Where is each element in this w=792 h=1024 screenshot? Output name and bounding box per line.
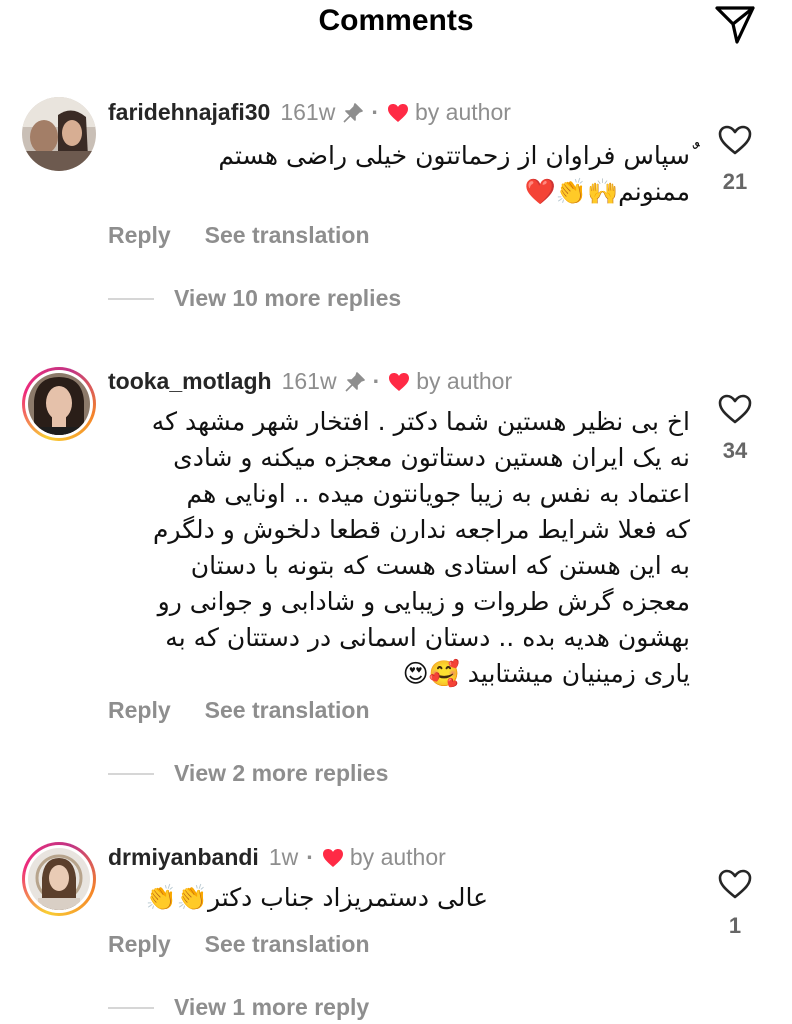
comment-actions: Reply See translation xyxy=(108,222,370,249)
comment-line: یاری زمینیان میشتابید 🥰😍 xyxy=(402,659,690,688)
view-more-replies-label: View 10 more replies xyxy=(174,285,402,311)
like-heart-icon[interactable] xyxy=(718,394,752,424)
like-heart-icon[interactable] xyxy=(718,869,752,899)
like-control: 34 xyxy=(714,394,756,464)
comment-text: ٌسپاس فراوان از زحماتتون خیلی راضی هستم … xyxy=(108,138,690,210)
avatar[interactable] xyxy=(22,97,96,171)
comment-line: ٌسپاس فراوان از زحماتتون خیلی راضی هستم xyxy=(218,141,690,170)
divider xyxy=(108,297,154,300)
see-translation-button[interactable]: See translation xyxy=(205,697,370,724)
comment-text: اخ بی نظیر هستین شما دکتر . افتخار شهر م… xyxy=(108,404,690,692)
comment-meta: drmiyanbandi 1w · by author xyxy=(108,842,446,872)
separator-dot: · xyxy=(371,98,379,125)
view-more-replies[interactable]: View 1 more reply xyxy=(108,994,369,1021)
username[interactable]: tooka_motlagh xyxy=(108,368,272,395)
comment-text: عالی دستمریزاد جناب دکتر👏👏 xyxy=(108,880,488,916)
comment-line: معجزه گرش طروات و زیبایی و شادابی و جوان… xyxy=(157,587,690,616)
comment-line: نه یک ایران هستین دستاتون معجزه میکنه و … xyxy=(173,443,690,472)
like-count: 34 xyxy=(722,438,748,463)
timestamp: 1w xyxy=(268,843,299,870)
liked-by-author-label: by author xyxy=(416,367,513,394)
view-more-replies[interactable]: View 10 more replies xyxy=(108,285,401,312)
comments-header: Comments xyxy=(0,0,792,52)
like-count: 21 xyxy=(722,169,748,194)
divider xyxy=(108,1006,154,1009)
page-title: Comments xyxy=(318,4,474,37)
comment-line: به این هستن که استادی هست که بتونه با دس… xyxy=(190,551,690,580)
comment-line: ممنونم🙌👏❤️ xyxy=(524,177,690,206)
view-more-replies[interactable]: View 2 more replies xyxy=(108,760,388,787)
view-more-replies-label: View 1 more reply xyxy=(174,994,370,1020)
comment-line: عالی دستمریزاد جناب دکتر👏👏 xyxy=(145,883,488,912)
comment-line: اخ بی نظیر هستین شما دکتر . افتخار شهر م… xyxy=(151,407,690,436)
avatar[interactable] xyxy=(22,842,96,916)
author-heart-icon xyxy=(388,371,410,391)
reply-button[interactable]: Reply xyxy=(108,222,171,249)
pin-icon xyxy=(343,102,364,123)
paper-plane-icon[interactable] xyxy=(712,2,758,48)
comment-actions: Reply See translation xyxy=(108,931,370,958)
pin-icon xyxy=(344,371,365,392)
reply-button[interactable]: Reply xyxy=(108,931,171,958)
comment-actions: Reply See translation xyxy=(108,697,370,724)
timestamp: 161w xyxy=(281,367,337,394)
author-heart-icon xyxy=(322,847,344,867)
comment-line: که فعلا شرایط مراجعه ندارن قطعا دلخوش و … xyxy=(152,515,690,544)
view-more-replies-label: View 2 more replies xyxy=(174,760,389,786)
separator-dot: · xyxy=(372,367,381,394)
comment-meta: tooka_motlagh 161w · by author xyxy=(108,366,512,396)
avatar[interactable] xyxy=(22,367,96,441)
liked-by-author-label: by author xyxy=(349,843,446,870)
see-translation-button[interactable]: See translation xyxy=(205,931,370,958)
liked-by-author-label: by author xyxy=(415,98,511,125)
author-heart-icon xyxy=(387,102,409,122)
divider xyxy=(108,772,154,775)
comment-line: اعتماد به نفس به زیبا جویانتون میده .. ا… xyxy=(186,479,690,508)
timestamp: 161w xyxy=(280,98,336,125)
like-heart-icon[interactable] xyxy=(718,125,752,155)
like-control: 1 xyxy=(714,869,756,939)
see-translation-button[interactable]: See translation xyxy=(205,222,370,249)
like-control: 21 xyxy=(714,125,756,195)
like-count: 1 xyxy=(728,913,742,938)
reply-button[interactable]: Reply xyxy=(108,697,171,724)
separator-dot: · xyxy=(306,843,314,870)
username[interactable]: faridehnajafi30 xyxy=(108,99,270,126)
username[interactable]: drmiyanbandi xyxy=(108,844,259,871)
comment-meta: faridehnajafi30 161w · by author xyxy=(108,97,511,127)
comment-line: بهشون هدیه بده .. دستان اسمانی در دستتان… xyxy=(165,623,690,652)
